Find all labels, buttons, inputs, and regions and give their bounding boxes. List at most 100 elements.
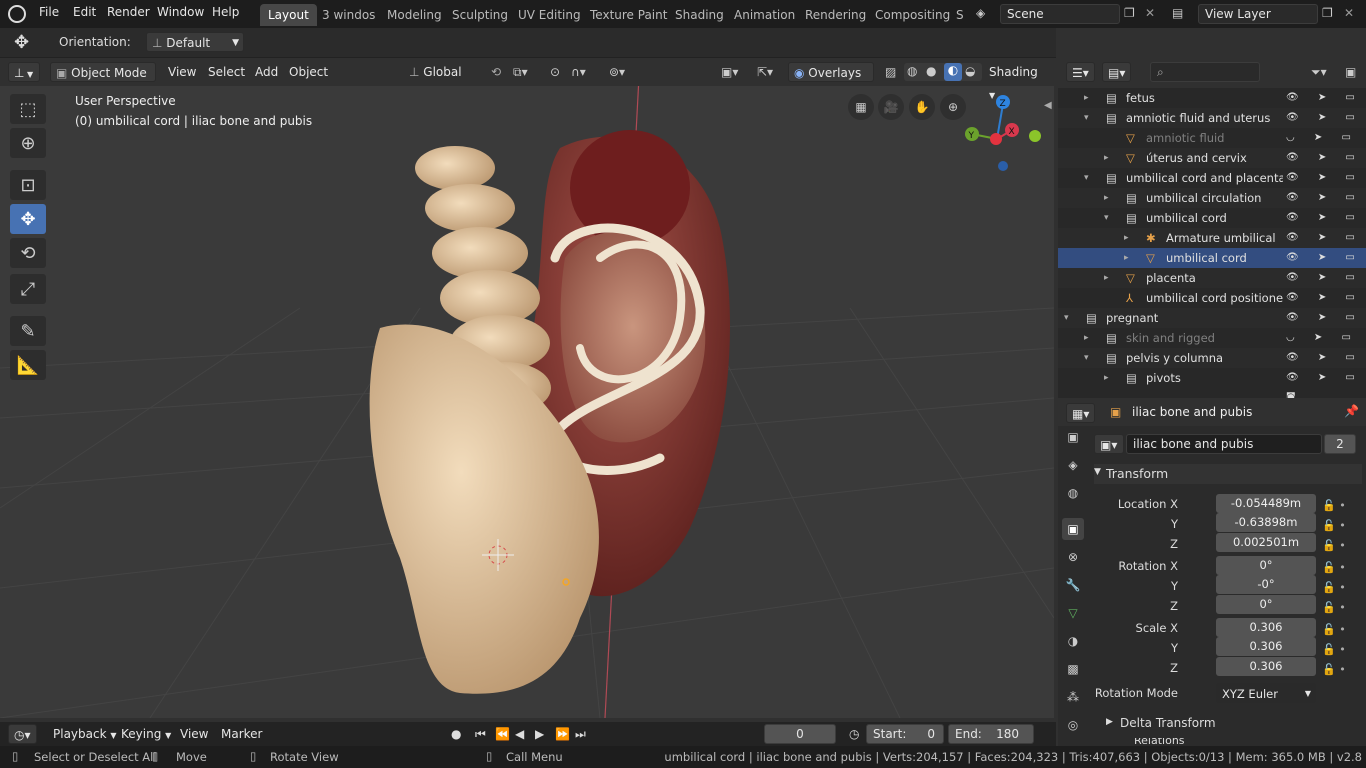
- visibility-toggles[interactable]: 👁 ➤ ▭ ◙: [1286, 108, 1366, 143]
- menu-edit[interactable]: Edit: [73, 5, 96, 19]
- lock-icon[interactable]: 🔓 •: [1322, 660, 1362, 680]
- outliner-row[interactable]: ▾ ▤ pregnant 👁 ➤ ▭ ◙: [1058, 308, 1366, 343]
- lock-icon[interactable]: 🔓 •: [1322, 598, 1362, 618]
- object-type-visibility-icon[interactable]: ▣▾: [716, 62, 743, 82]
- menu-help[interactable]: Help: [212, 5, 239, 19]
- location-z-field[interactable]: 0.002501m: [1216, 533, 1316, 552]
- lock-icon[interactable]: 🔓 •: [1322, 536, 1362, 556]
- outliner-row[interactable]: ▸ ▤ umbilical circulation 👁 ➤ ▭ ◙: [1058, 188, 1366, 223]
- scene-icon[interactable]: ◈: [976, 6, 985, 20]
- tab-texture-paint[interactable]: Texture Paint: [582, 4, 675, 26]
- current-frame-field[interactable]: 0: [764, 724, 836, 744]
- transform-orientation-dropdown[interactable]: ⊥ Global: [404, 62, 480, 82]
- jump-start-icon[interactable]: ⏮: [470, 724, 491, 744]
- measure-tool[interactable]: 📐: [10, 350, 46, 380]
- new-collection-icon[interactable]: ▣: [1340, 62, 1361, 82]
- object-browse-dropdown[interactable]: ▣▾: [1094, 434, 1124, 454]
- rotate-tool[interactable]: ⟲: [10, 238, 46, 268]
- visibility-toggles[interactable]: 👁 ➤ ▭ ◙: [1286, 148, 1366, 183]
- wireframe-shading-icon[interactable]: ◍: [907, 64, 917, 78]
- lock-icon[interactable]: 🔓 •: [1322, 620, 1362, 640]
- visibility-toggles[interactable]: 👁 ➤ ▭ ◙: [1286, 288, 1366, 323]
- pivot-point-icon[interactable]: ⟲: [486, 62, 506, 82]
- sidebar-toggle-icon[interactable]: ◀: [1044, 100, 1052, 111]
- delta-transform-panel[interactable]: ▶ Delta Transform: [1094, 714, 1362, 734]
- tab-shading[interactable]: Shading: [667, 4, 732, 26]
- outliner-row[interactable]: ▸ ▽ placenta 👁 ➤ ▭ ◙: [1058, 268, 1366, 303]
- properties-editor-type[interactable]: ▦▾: [1066, 403, 1096, 423]
- delete-scene-icon[interactable]: ✕: [1145, 6, 1155, 20]
- scale-z-field[interactable]: 0.306: [1216, 657, 1316, 676]
- tab-modeling[interactable]: Modeling: [379, 4, 450, 26]
- view-menu[interactable]: View: [163, 62, 201, 82]
- visibility-toggles[interactable]: 👁 ➤ ▭ ◙: [1286, 188, 1366, 223]
- marker-menu[interactable]: Marker: [216, 724, 267, 744]
- scene-tab[interactable]: ◈: [1062, 454, 1084, 476]
- blender-logo-icon[interactable]: [8, 5, 26, 23]
- tab-sculpting[interactable]: Sculpting: [444, 4, 516, 26]
- visibility-filter-icon[interactable]: ⊚▾: [604, 62, 630, 82]
- expand-arrow-icon[interactable]: ▾: [1084, 348, 1089, 368]
- snapping-icon[interactable]: ⧉▾: [508, 62, 533, 82]
- xray-icon[interactable]: ▨: [880, 62, 901, 82]
- play-icon[interactable]: ▶: [530, 724, 549, 744]
- expand-arrow-icon[interactable]: ▾: [1084, 108, 1089, 128]
- transform-tool[interactable]: ✥: [10, 204, 46, 234]
- expand-arrow-icon[interactable]: ▸: [1124, 228, 1129, 248]
- expand-arrow-icon[interactable]: ▸: [1104, 368, 1109, 388]
- timeline-editor-type[interactable]: ◷▾: [8, 724, 37, 744]
- expand-arrow-icon[interactable]: ▸: [1084, 88, 1089, 108]
- 3d-viewport[interactable]: ⬚ ⊕ ⊡ ✥ ⟲ ⤢ ✎ 📐 User Perspective (0) umb…: [0, 58, 1054, 718]
- annotate-tool[interactable]: ✎: [10, 316, 46, 346]
- outliner-row[interactable]: ▾ ▤ umbilical cord and placenta👁 ➤ ▭ ◙: [1058, 168, 1366, 203]
- select-menu[interactable]: Select: [203, 62, 250, 82]
- tab-more[interactable]: S: [948, 4, 972, 26]
- jump-end-icon[interactable]: ⏭: [570, 724, 591, 744]
- visibility-toggles[interactable]: ◡ ➤ ▭ ◙: [1286, 128, 1366, 163]
- location-y-field[interactable]: -0.63898m: [1216, 513, 1316, 532]
- expand-arrow-icon[interactable]: ▸: [1104, 148, 1109, 168]
- visibility-toggles[interactable]: 👁 ➤ ▭ ◙: [1286, 348, 1366, 383]
- tab-layout[interactable]: Layout: [260, 4, 317, 26]
- rotation-y-field[interactable]: -0°: [1216, 575, 1316, 594]
- gizmo-toggle-icon[interactable]: ⇱▾: [752, 62, 778, 82]
- menu-window[interactable]: Window: [157, 5, 204, 19]
- play-reverse-icon[interactable]: ◀: [510, 724, 529, 744]
- outliner-row[interactable]: ▸ ▤ pivots 👁 ➤ ▭ ◙: [1058, 368, 1366, 398]
- transform-panel-header[interactable]: ▼ Transform: [1094, 464, 1362, 484]
- scale-x-field[interactable]: 0.306: [1216, 618, 1316, 637]
- preview-range-icon[interactable]: ◷: [844, 724, 864, 744]
- visibility-toggles[interactable]: 👁 ➤ ▭ ◙: [1286, 268, 1366, 303]
- outliner-editor-type[interactable]: ☰▾: [1066, 62, 1095, 82]
- visibility-toggles[interactable]: 👁 ➤ ▭ ◙: [1286, 308, 1366, 343]
- new-view-layer-icon[interactable]: ❐: [1322, 6, 1333, 20]
- scale-y-field[interactable]: 0.306: [1216, 637, 1316, 656]
- lock-icon[interactable]: 🔓 •: [1322, 516, 1362, 536]
- cursor-tool[interactable]: ⊕: [10, 128, 46, 158]
- grid-view-icon[interactable]: ▦: [848, 94, 874, 120]
- relations-panel[interactable]: Relations: [1094, 738, 1362, 746]
- rendered-shading-icon[interactable]: ◒: [965, 64, 975, 78]
- expand-arrow-icon[interactable]: ▾: [1064, 308, 1069, 328]
- menu-render[interactable]: Render: [107, 5, 150, 19]
- playback-menu[interactable]: Playback ▼: [48, 724, 122, 744]
- visibility-toggles[interactable]: 👁 ➤ ▭ ◙: [1286, 248, 1366, 283]
- menu-file[interactable]: File: [39, 5, 59, 19]
- rotation-z-field[interactable]: 0°: [1216, 595, 1316, 614]
- outliner-row[interactable]: ▾ ▤ amniotic fluid and uterus 👁 ➤ ▭ ◙: [1058, 108, 1366, 143]
- end-frame-field[interactable]: End: 180: [948, 724, 1034, 744]
- visibility-toggles[interactable]: ◡ ➤ ▭ ◙: [1286, 328, 1366, 363]
- outliner-row[interactable]: ▸ ▽ umbilical cord 👁 ➤ ▭ ◙: [1058, 248, 1366, 283]
- expand-arrow-icon[interactable]: ▸: [1104, 268, 1109, 288]
- pin-icon[interactable]: 📌: [1344, 404, 1359, 418]
- start-frame-field[interactable]: Start: 0: [866, 724, 944, 744]
- tab-compositing[interactable]: Compositing: [867, 4, 958, 26]
- visibility-toggles[interactable]: 👁 ➤ ▭ ◙: [1286, 168, 1366, 203]
- tab-rendering[interactable]: Rendering: [797, 4, 874, 26]
- editor-type-dropdown[interactable]: ⊥ ▼: [8, 62, 40, 82]
- camera-icon[interactable]: 🎥: [878, 94, 904, 120]
- physics-tab[interactable]: ◎: [1062, 714, 1084, 736]
- material-shading-icon[interactable]: ◐: [944, 63, 962, 81]
- timeline-view-menu[interactable]: View: [175, 724, 213, 744]
- lock-icon[interactable]: 🔓 •: [1322, 558, 1362, 578]
